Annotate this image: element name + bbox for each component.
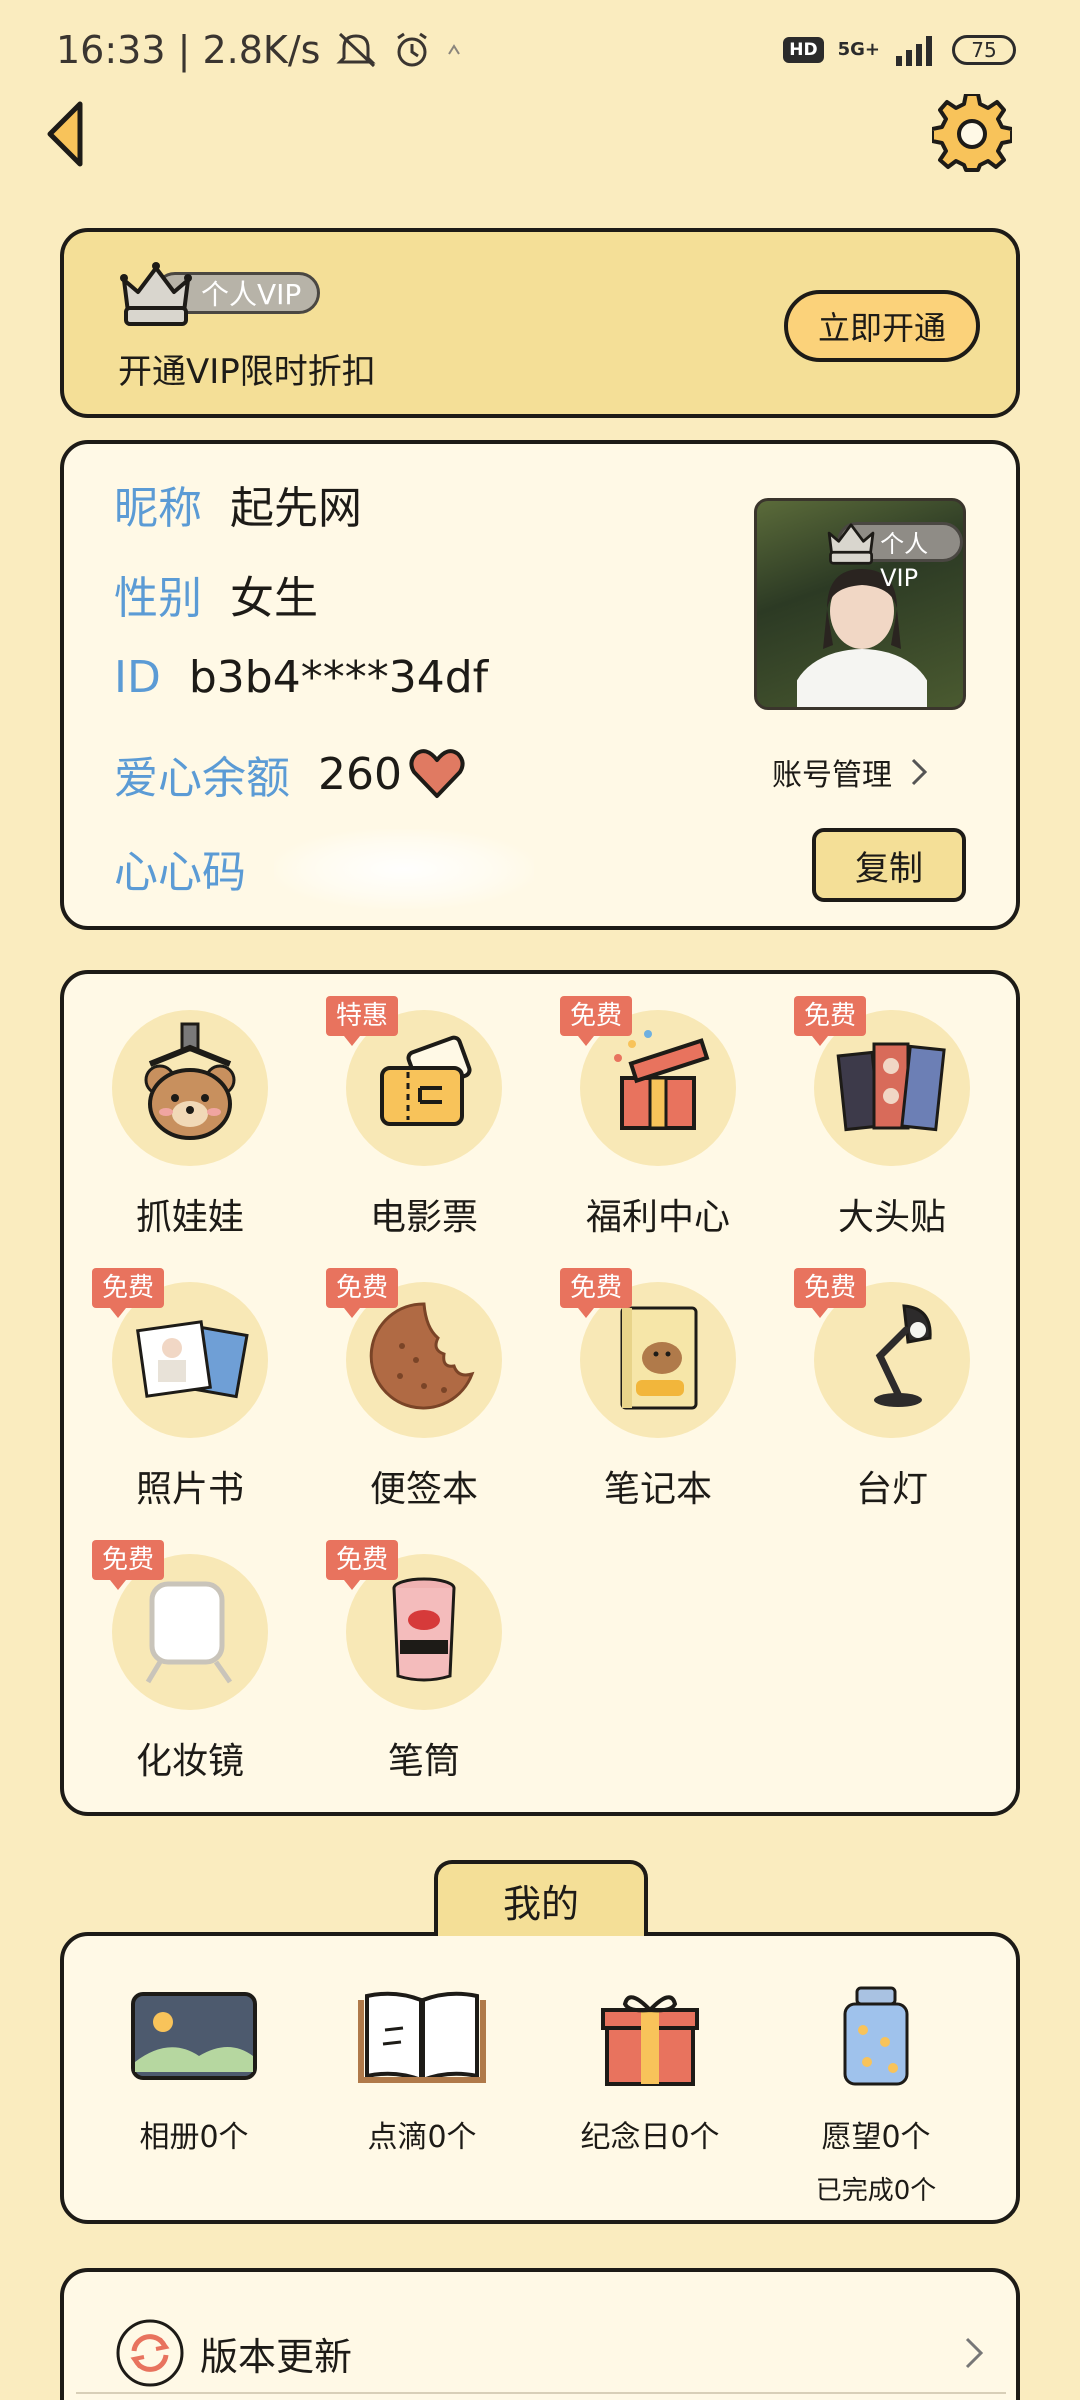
gender-row: 性别 女生 [114,562,318,626]
feature-makeup-mirror[interactable]: 免费 化妆镜 [72,1518,272,1782]
gender-value[interactable]: 女生 [230,562,318,626]
mine-item-anniversary[interactable]: 纪念日0个 [550,1986,750,2156]
free-badge: 免费 [794,1268,867,1318]
album-icon [131,1992,257,2080]
gift-icon [601,1995,699,2086]
divider [76,2392,1006,2394]
nickname-label: 昵称 [114,483,202,534]
mine-label: 点滴0个 [367,2120,477,2155]
mine-sub-label: 已完成0个 [815,2176,937,2206]
mine-label: 相册0个 [139,2120,249,2155]
feature-label: 福利中心 [585,1197,730,1238]
feature-desk-lamp[interactable]: 免费 台灯 [774,1246,974,1510]
feature-welfare-center[interactable]: 免费 福利中心 [540,974,740,1238]
vip-open-button[interactable]: 立即开通 [784,290,980,362]
notification-dot-icon [448,44,461,55]
vip-promo-text: 开通VIP限时折扣 [118,352,376,392]
refresh-icon [116,2319,184,2387]
feature-label: 大头贴 [837,1197,946,1238]
free-badge: 免费 [92,1540,165,1590]
account-manage-label: 账号管理 [772,758,892,793]
crown-icon [827,523,875,565]
wish-jar-icon [843,1986,909,2086]
version-update-label: 版本更新 [200,2334,353,2379]
hd-badge: HD [783,37,824,63]
network-label: 5G+ [837,39,880,60]
feature-movie-ticket[interactable]: 特惠 电影票 [306,974,506,1238]
id-row: ID b3b4****34df [114,652,488,703]
nickname-row: 昵称 起先网 [114,472,362,536]
status-left: 16:33 | 2.8K/s [56,28,462,72]
account-manage-link[interactable]: 账号管理 [772,750,928,794]
status-right: HD 5G+ 75 [783,34,1016,66]
code-blur [274,829,534,909]
profile-card: 昵称 起先网 性别 女生 ID b3b4****34df 爱心余额 260 心心… [60,440,1020,930]
feature-label: 电影票 [369,1197,478,1238]
free-badge: 免费 [794,996,867,1046]
vip-banner[interactable]: 个人VIP 开通VIP限时折扣 立即开通 [60,228,1020,418]
feature-label: 便签本 [369,1469,478,1510]
crown-icon [120,262,192,326]
mine-tab[interactable]: 我的 [434,1860,648,1936]
battery-level: 75 [971,38,997,62]
avatar-vip-badge: 个人VIP [825,513,963,592]
feature-label: 化妆镜 [135,1741,244,1782]
mine-label: 纪念日0个 [580,2120,720,2155]
feature-label: 台灯 [855,1469,928,1510]
claw-bear-icon [144,1022,236,1140]
feature-label: 照片书 [135,1469,244,1510]
status-bar: 16:33 | 2.8K/s HD 5G+ 75 [0,0,1080,100]
feature-photo-sticker[interactable]: 免费 大头贴 [774,974,974,1238]
chevron-right-icon [911,758,928,786]
balance-value: 260 [318,748,402,800]
feature-label: 抓娃娃 [135,1197,244,1238]
chevron-right-icon [965,2337,984,2369]
mute-bell-icon [336,32,377,68]
gender-label: 性别 [114,573,202,624]
feature-memo-pad[interactable]: 免费 便签本 [306,1246,506,1510]
feature-grid: 抓娃娃 特惠 电影票 免费 福利中心 免费 大头贴 免费 照片书 免费 便签本 … [60,970,1020,1816]
mine-item-wish[interactable]: 愿望0个 已完成0个 [776,1986,976,2207]
mine-item-album[interactable]: 相册0个 [94,1986,294,2156]
mine-label: 愿望0个 [821,2120,931,2155]
mine-item-moments[interactable]: 点滴0个 [322,1986,522,2156]
nickname-value[interactable]: 起先网 [230,472,362,536]
free-badge: 免费 [326,1268,399,1318]
balance-row: 爱心余额 260 [114,742,466,806]
feature-notebook[interactable]: 免费 笔记本 [540,1246,740,1510]
heart-icon [409,749,465,798]
id-label: ID [114,652,161,703]
feature-label: 笔筒 [387,1741,460,1782]
feature-claw-machine[interactable]: 抓娃娃 [72,974,272,1238]
id-value: b3b4****34df [188,652,489,703]
battery-indicator: 75 [952,35,1016,65]
mine-card: 相册0个 点滴0个 纪念日0个 愿望0个 已完成0个 [60,1932,1020,2224]
code-row: 心心码 [114,836,274,900]
feature-photo-book[interactable]: 免费 照片书 [72,1246,272,1510]
feature-pen-holder[interactable]: 免费 笔筒 [306,1518,506,1782]
promo-badge: 特惠 [326,996,399,1046]
free-badge: 免费 [92,1268,165,1318]
back-arrow-icon[interactable] [40,96,96,172]
balance-label: 爱心余额 [114,753,290,804]
free-badge: 免费 [560,996,633,1046]
free-badge: 免费 [326,1540,399,1590]
gear-icon[interactable] [932,94,1012,174]
vip-badge: 个人VIP [118,258,321,328]
alarm-clock-icon [397,32,428,67]
feature-label: 笔记本 [603,1469,712,1510]
code-label: 心心码 [114,847,246,898]
status-time-speed: 16:33 | 2.8K/s [56,28,321,72]
version-update-row[interactable]: 版本更新 [114,2308,984,2398]
free-badge: 免费 [560,1268,633,1318]
open-book-icon [358,1991,486,2083]
signal-icon [896,36,932,66]
avatar[interactable]: 个人VIP [754,498,966,710]
copy-button[interactable]: 复制 [812,828,966,902]
settings-list: 版本更新 [60,2268,1020,2400]
